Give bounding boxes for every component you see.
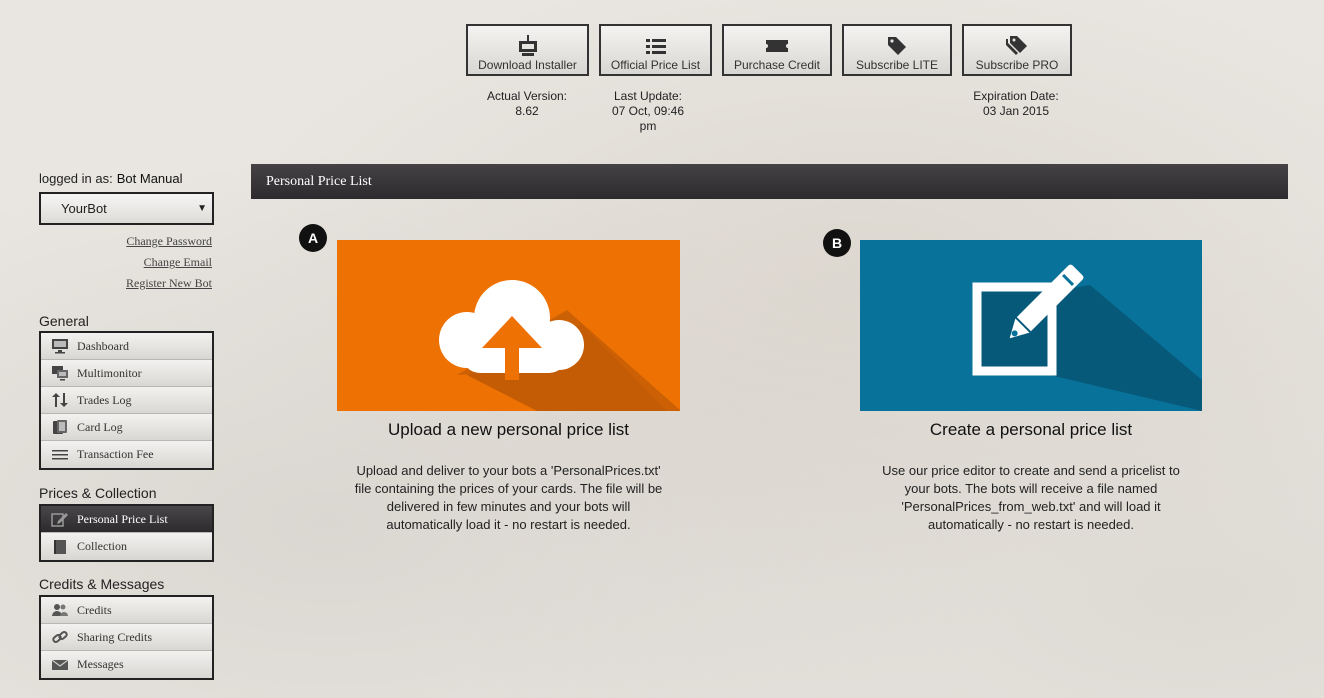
change-password-link[interactable]: Change Password [126,234,212,249]
sidebar-item-label: Sharing Credits [77,629,152,644]
option-a-description: Upload and deliver to your bots a 'Perso… [322,462,695,534]
bot-select[interactable]: YourBot ▼ [39,192,214,225]
expiration-info: Expiration Date: 03 Jan 2015 [962,89,1070,119]
sidebar-item-label: Multimonitor [77,365,142,380]
sidebar-item-label: Personal Price List [77,511,168,526]
sidebar-item-label: Collection [77,539,127,553]
lines-icon [51,447,69,463]
tags-icon [964,35,1070,57]
panel-title: Personal Price List [251,164,1288,199]
register-new-bot-link[interactable]: Register New Bot [126,276,212,291]
sidebar-item-sharing-credits[interactable]: Sharing Credits [41,624,212,651]
sidebar-item-collection[interactable]: Collection [41,533,212,560]
option-b-badge: B [823,229,851,257]
subscribe-lite-button[interactable]: Subscribe LITE [842,24,952,76]
general-section-title: General [39,313,89,329]
sidebar-item-card-log[interactable]: Card Log [41,414,212,441]
cards-icon [51,419,69,435]
cloud-upload-icon [439,280,680,411]
option-b-desc-line: 'PersonalPrices_from_web.txt' and will l… [901,499,1161,514]
sidebar-item-credits[interactable]: Credits [41,597,212,624]
change-email-link[interactable]: Change Email [144,255,212,270]
link-icon [51,629,69,645]
create-price-list-tile[interactable] [860,240,1202,411]
edit-icon [51,511,69,527]
prices-menu: Personal Price List Collection [39,504,214,562]
official-price-list-label: Official Price List [610,58,701,72]
last-update-value-suffix: pm [639,119,657,133]
subscribe-pro-button[interactable]: Subscribe PRO [962,24,1072,76]
up-down-arrows-icon [51,392,69,408]
actual-version-value: 8.62 [515,104,539,118]
edit-document-icon [972,264,1202,411]
sidebar-item-label: Card Log [77,419,123,434]
upload-price-list-tile[interactable] [337,240,680,411]
option-a-desc-line: automatically load it - no restart is ne… [386,517,631,532]
option-a-title: Upload a new personal price list [388,420,629,439]
envelope-icon [51,657,69,673]
list-icon [601,35,710,57]
option-b-description: Use our price editor to create and send … [846,462,1216,534]
subscribe-pro-label: Subscribe PRO [975,58,1059,72]
option-b-title: Create a personal price list [929,420,1133,439]
option-b-desc-line: automatically - no restart is needed. [928,517,1134,532]
last-update-info: Last Update: 07 Oct, 09:46 pm [599,89,697,134]
sidebar-item-label: Transaction Fee [77,447,154,461]
download-installer-button[interactable]: Download Installer [466,24,589,76]
sidebar-item-label: Trades Log [77,392,132,407]
monitor-icon [51,338,69,354]
credits-menu: Credits Sharing Credits Messages [39,595,214,680]
sidebar-item-multimonitor[interactable]: Multimonitor [41,360,212,387]
sidebar-item-trades-log[interactable]: Trades Log [41,387,212,414]
sidebar-item-transaction-fee[interactable]: Transaction Fee [41,441,212,468]
credits-section-title: Credits & Messages [39,576,165,592]
ticket-icon [724,35,830,57]
download-installer-label: Download Installer [478,58,577,72]
expiration-label: Expiration Date: [973,89,1059,103]
book-icon [51,539,69,555]
user-name: Bot Manual [116,171,183,186]
last-update-value: 07 Oct, 09:46 [611,104,685,118]
sidebar-item-dashboard[interactable]: Dashboard [41,333,212,360]
prices-section-title: Prices & Collection [39,485,157,501]
purchase-credit-button[interactable]: Purchase Credit [722,24,832,76]
option-a-badge: A [299,224,327,252]
multimonitor-icon [51,365,69,381]
users-icon [51,602,69,618]
actual-version-label: Actual Version: [486,89,568,103]
option-a-desc-line: Upload and deliver to your bots a 'Perso… [356,463,661,478]
tag-icon [844,35,950,57]
actual-version-info: Actual Version: 8.62 [476,89,578,119]
option-b-desc-line: Use our price editor to create and send … [882,463,1180,478]
bot-select-value: YourBot [61,201,107,216]
sidebar-item-label: Dashboard [77,338,129,353]
option-b-desc-line: your bots. The bots will receive a file … [904,481,1158,496]
option-a-desc-line: file containing the prices of your cards… [354,481,663,496]
official-price-list-button[interactable]: Official Price List [599,24,712,76]
last-update-label: Last Update: [613,89,683,103]
sidebar-item-label: Credits [77,602,112,617]
general-menu: Dashboard Multimonitor Trades Log Card L… [39,331,214,470]
expiration-value: 03 Jan 2015 [982,104,1050,118]
logged-in-label: logged in as: [39,171,113,186]
option-a-desc-line: delivered in few minutes and your bots w… [386,499,631,514]
download-installer-icon [468,35,587,57]
purchase-credit-label: Purchase Credit [733,58,821,72]
sidebar-item-personal-price-list[interactable]: Personal Price List [41,506,212,533]
logged-in-as: logged in as: Bot Manual [39,171,183,186]
dropdown-arrow-icon: ▼ [197,203,207,214]
sidebar-item-messages[interactable]: Messages [41,651,212,678]
subscribe-lite-label: Subscribe LITE [855,58,939,72]
sidebar-item-label: Messages [77,657,124,671]
